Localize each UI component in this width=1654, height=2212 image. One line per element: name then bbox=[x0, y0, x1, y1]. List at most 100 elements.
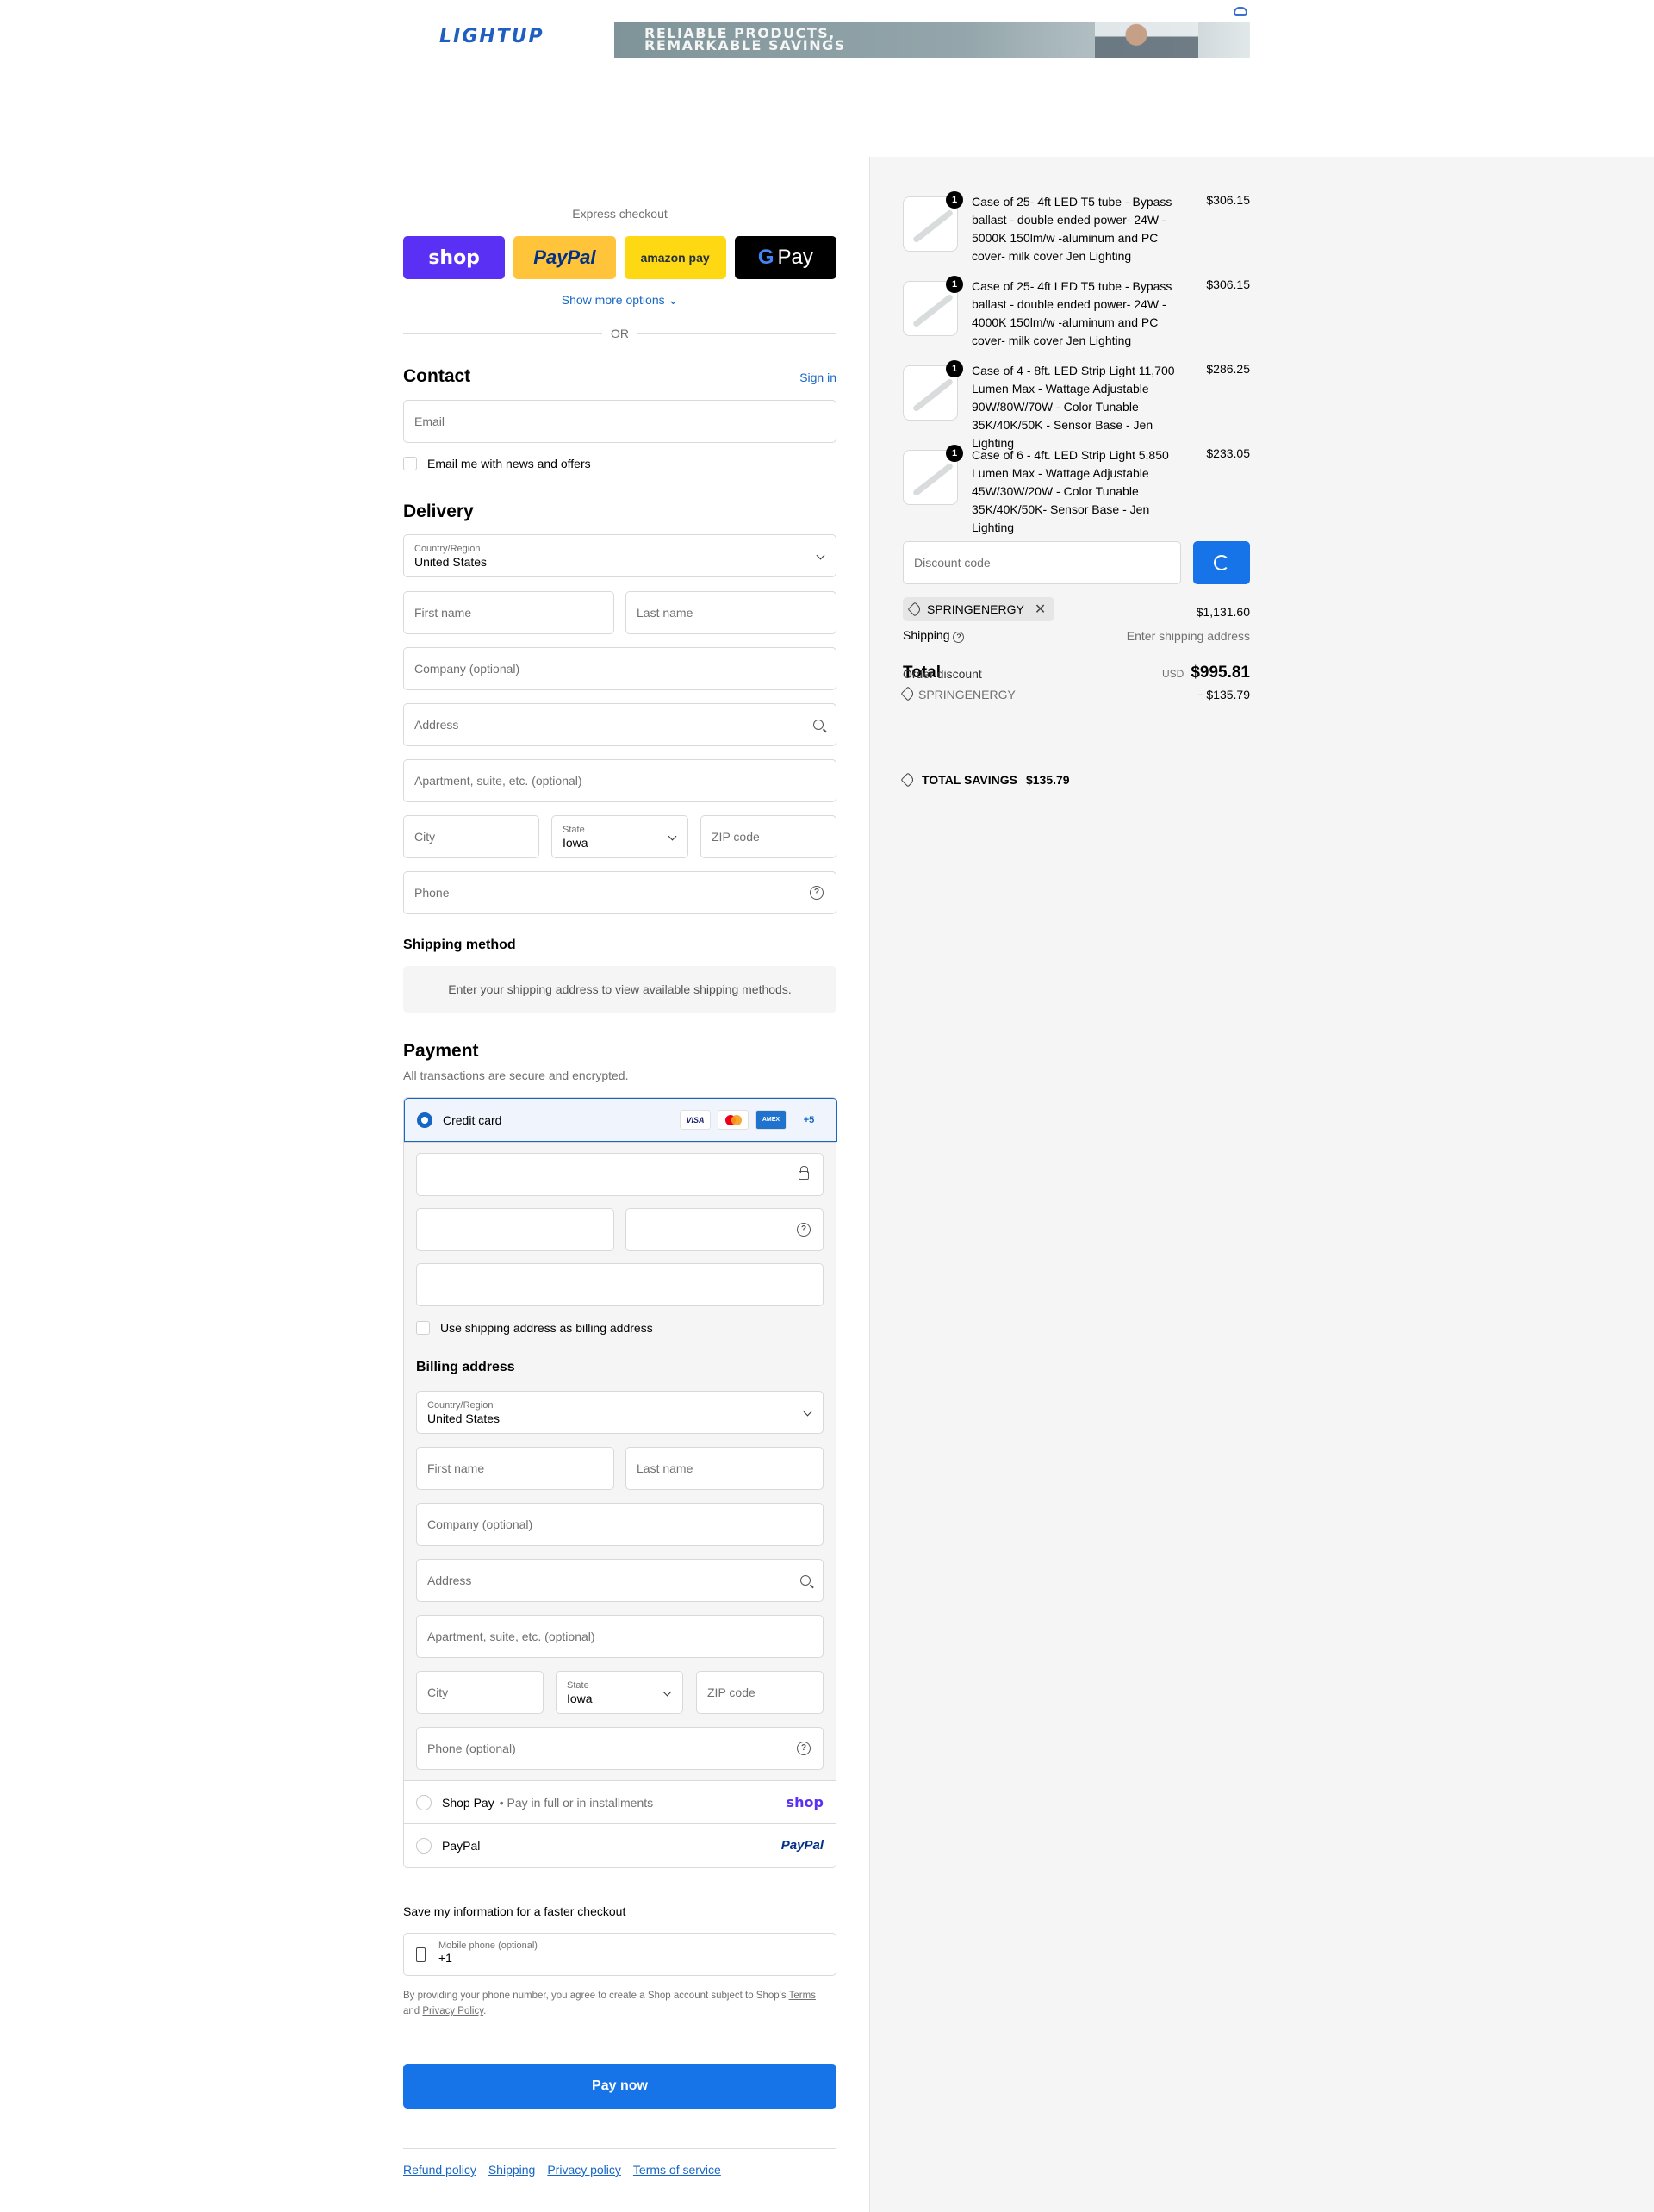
discount-code-input[interactable]: Discount code bbox=[903, 541, 1181, 584]
tag-icon bbox=[900, 772, 916, 788]
state-select[interactable]: State Iowa bbox=[551, 815, 688, 858]
save-info-heading: Save my information for a faster checkou… bbox=[403, 1904, 626, 1918]
shop-pay-option[interactable]: Shop Pay • Pay in full or in installment… bbox=[404, 1780, 836, 1823]
apartment-input[interactable]: Apartment, suite, etc. (optional) bbox=[403, 759, 836, 802]
city-input[interactable]: City bbox=[403, 815, 539, 858]
billing-apartment-input[interactable]: Apartment, suite, etc. (optional) bbox=[416, 1615, 824, 1658]
first-name-input[interactable]: First name bbox=[403, 591, 614, 634]
product-price: $306.15 bbox=[1206, 277, 1250, 291]
use-shipping-address-label: Use shipping address as billing address bbox=[440, 1321, 653, 1335]
paypal-radio[interactable] bbox=[416, 1837, 432, 1854]
legal-end: . bbox=[483, 2006, 487, 2016]
billing-company-input[interactable]: Company (optional) bbox=[416, 1503, 824, 1546]
shop-pay-radio[interactable] bbox=[416, 1794, 432, 1810]
discount-value: − $135.79 bbox=[1196, 688, 1250, 701]
use-shipping-address-row[interactable]: Use shipping address as billing address bbox=[416, 1321, 653, 1335]
billing-zip-placeholder: ZIP code bbox=[707, 1685, 755, 1699]
savings-value: $135.79 bbox=[1025, 773, 1070, 787]
last-name-input[interactable]: Last name bbox=[625, 591, 836, 634]
refund-policy-link[interactable]: Refund policy bbox=[403, 2163, 476, 2177]
billing-city-input[interactable]: City bbox=[416, 1671, 544, 1714]
sign-in-link[interactable]: Sign in bbox=[799, 371, 836, 384]
banner-photo bbox=[1095, 22, 1198, 58]
billing-phone-input[interactable]: Phone (optional)? bbox=[416, 1727, 824, 1770]
country-value: United States bbox=[414, 554, 488, 569]
visa-icon: VISA bbox=[680, 1110, 711, 1130]
shipping-policy-link[interactable]: Shipping bbox=[488, 2163, 536, 2177]
search-icon bbox=[800, 1575, 811, 1586]
shop-legal-text: By providing your phone number, you agre… bbox=[403, 1988, 836, 2019]
show-more-options-link[interactable]: Show more options ⌄ bbox=[403, 293, 836, 308]
logo-text: LIGHTUP bbox=[439, 26, 544, 47]
email-input[interactable]: Email bbox=[403, 400, 836, 443]
address-placeholder: Address bbox=[414, 718, 459, 732]
gpay-label: Pay bbox=[777, 246, 813, 269]
billing-last-name-input[interactable]: Last name bbox=[625, 1447, 824, 1490]
credit-card-label: Credit card bbox=[443, 1112, 502, 1127]
product-price: $306.15 bbox=[1206, 193, 1250, 207]
billing-first-name-input[interactable]: First name bbox=[416, 1447, 614, 1490]
billing-address-heading: Billing address bbox=[416, 1360, 515, 1374]
chevron-down-icon bbox=[668, 832, 677, 841]
apartment-placeholder: Apartment, suite, etc. (optional) bbox=[414, 774, 582, 788]
line-item: 1 Case of 4 - 8ft. LED Strip Light 11,70… bbox=[903, 360, 1250, 450]
privacy-policy-link[interactable]: Privacy Policy bbox=[422, 2006, 483, 2016]
quantity-badge: 1 bbox=[946, 360, 963, 377]
help-icon[interactable]: ? bbox=[797, 1742, 811, 1755]
shop-pay-express-button[interactable]: shop bbox=[403, 236, 506, 279]
banner-line-2: REMARKABLE SAVINGS bbox=[644, 37, 846, 53]
country-select[interactable]: Country/Region United States bbox=[403, 534, 836, 577]
zip-input[interactable]: ZIP code bbox=[700, 815, 836, 858]
use-shipping-address-checkbox[interactable] bbox=[416, 1321, 430, 1335]
address-input[interactable]: Address bbox=[403, 703, 836, 746]
help-icon[interactable]: ? bbox=[797, 1223, 811, 1237]
paypal-option[interactable]: PayPal PayPal bbox=[404, 1823, 836, 1866]
privacy-policy-footer-link[interactable]: Privacy policy bbox=[547, 2163, 621, 2177]
card-expiry-input[interactable] bbox=[416, 1208, 614, 1251]
or-text: OR bbox=[611, 327, 629, 340]
card-name-input[interactable] bbox=[416, 1263, 824, 1306]
billing-first-name-placeholder: First name bbox=[427, 1461, 485, 1475]
google-pay-express-button[interactable]: G Pay bbox=[734, 236, 836, 279]
city-placeholder: City bbox=[414, 830, 436, 844]
billing-state-select[interactable]: State Iowa bbox=[556, 1671, 683, 1714]
credit-card-radio[interactable] bbox=[417, 1112, 432, 1128]
news-offers-checkbox-row[interactable]: Email me with news and offers bbox=[403, 457, 591, 470]
shop-label: shop bbox=[428, 246, 480, 269]
help-icon[interactable]: ? bbox=[810, 886, 824, 900]
zip-placeholder: ZIP code bbox=[712, 830, 760, 844]
terms-of-service-link[interactable]: Terms of service bbox=[633, 2163, 721, 2177]
billing-state-value: Iowa bbox=[567, 1691, 593, 1705]
apply-discount-button[interactable] bbox=[1193, 541, 1250, 584]
paypal-express-button[interactable]: PayPal bbox=[513, 236, 616, 279]
chevron-down-icon bbox=[662, 1687, 672, 1697]
credit-card-form: ? Use shipping address as billing addres… bbox=[404, 1142, 836, 1780]
promo-banner[interactable]: RELIABLE PRODUCTS, REMARKABLE SAVINGS bbox=[614, 22, 1250, 58]
divider-line bbox=[637, 333, 836, 334]
ad-choices-icon[interactable] bbox=[1234, 7, 1247, 16]
billing-address-input[interactable]: Address bbox=[416, 1559, 824, 1602]
billing-address-placeholder: Address bbox=[427, 1573, 472, 1587]
more-cards-badge[interactable]: +5 bbox=[793, 1110, 824, 1130]
express-checkout-buttons: shop PayPal amazon pay G Pay bbox=[403, 236, 836, 279]
store-logo[interactable]: LIGHTUP bbox=[439, 26, 560, 52]
billing-country-select[interactable]: Country/Region United States bbox=[416, 1391, 824, 1434]
info-icon[interactable]: ? bbox=[953, 632, 965, 643]
terms-link[interactable]: Terms bbox=[789, 1991, 816, 2001]
amazon-pay-express-button[interactable]: amazon pay bbox=[624, 236, 726, 279]
billing-zip-input[interactable]: ZIP code bbox=[696, 1671, 824, 1714]
pay-now-button[interactable]: Pay now bbox=[403, 2064, 836, 2109]
email-placeholder: Email bbox=[414, 414, 445, 428]
phone-input[interactable]: Phone? bbox=[403, 871, 836, 914]
news-offers-checkbox[interactable] bbox=[403, 457, 417, 470]
credit-card-option[interactable]: Credit card VISA AMEX +5 bbox=[404, 1098, 837, 1142]
card-number-input[interactable] bbox=[416, 1153, 824, 1196]
card-brand-logos: VISA AMEX +5 bbox=[680, 1110, 824, 1130]
billing-last-name-placeholder: Last name bbox=[637, 1461, 693, 1475]
mobile-phone-icon bbox=[416, 1947, 426, 1962]
company-input[interactable]: Company (optional) bbox=[403, 647, 836, 690]
mobile-phone-input[interactable]: Mobile phone (optional) +1 bbox=[403, 1933, 836, 1976]
paypal-label: PayPal bbox=[533, 246, 596, 268]
card-cvv-input[interactable]: ? bbox=[625, 1208, 824, 1251]
shop-pay-description: Pay in full or in installments bbox=[507, 1795, 654, 1810]
